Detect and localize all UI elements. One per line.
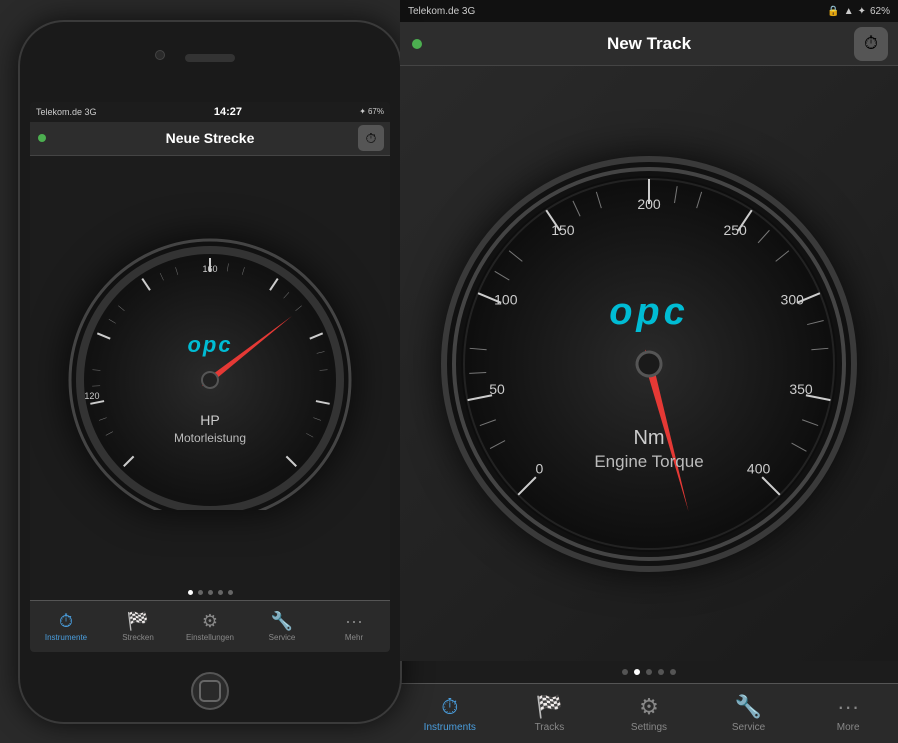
phone-left: Telekom.de 3G 14:27 ✦ 67% Neue Strecke ⏱ xyxy=(20,22,400,722)
tab-label-instruments-right: Instruments xyxy=(424,722,476,733)
screen-right: Telekom.de 3G 🔒 ▲ ✦ 62% New Track ⏱ xyxy=(400,0,898,743)
service-icon-left: 🔧 xyxy=(271,611,293,632)
more-icon-right: ··· xyxy=(837,694,859,720)
unit-label-right: Nm xyxy=(633,427,664,449)
gauge-left: 0 40 80 120 160 200 240 280 320 opc xyxy=(60,230,360,510)
instruments-icon-left: ⏱ xyxy=(59,611,73,632)
tab-instruments-left[interactable]: ⏱ Instrumente xyxy=(30,611,102,642)
page-dots-left xyxy=(30,585,390,600)
tab-service-left[interactable]: 🔧 Service xyxy=(246,611,318,642)
opc-logo-right: opc xyxy=(609,291,689,333)
instruments-icon-right: ⏱ xyxy=(441,694,458,720)
tab-settings-right[interactable]: ⚙ Settings xyxy=(599,694,699,733)
tab-label-service-left: Service xyxy=(269,633,296,642)
gauge-area-right: 0 50 100 150 200 250 300 350 400 opc xyxy=(400,66,898,661)
tab-bar-right: ⏱ Instruments 🏁 Tracks ⚙ Settings 🔧 Serv… xyxy=(400,683,898,743)
tracks-icon-right: 🏁 xyxy=(536,694,563,720)
svg-text:160: 160 xyxy=(202,264,217,274)
tab-label-service-right: Service xyxy=(732,722,765,733)
battery-right: 🔒 ▲ ✦ 62% xyxy=(827,6,890,17)
lock-icon: 🔒 xyxy=(827,6,839,17)
carrier-right: Telekom.de 3G xyxy=(408,6,475,17)
desc-label-left: Motorleistung xyxy=(174,431,246,445)
nav-bar-left: Neue Strecke ⏱ xyxy=(30,122,390,156)
tab-more-left[interactable]: ··· Mehr xyxy=(318,611,390,642)
tab-label-more-left: Mehr xyxy=(345,633,363,642)
svg-text:0: 0 xyxy=(536,460,544,476)
more-icon-left: ··· xyxy=(345,611,363,632)
status-bar-left: Telekom.de 3G 14:27 ✦ 67% xyxy=(30,102,390,122)
carrier-left: Telekom.de 3G xyxy=(36,107,97,117)
tab-label-settings-left: Einstellungen xyxy=(186,633,234,642)
svg-text:150: 150 xyxy=(551,222,575,238)
page-dot-r3 xyxy=(646,669,652,675)
status-bar-right: Telekom.de 3G 🔒 ▲ ✦ 62% xyxy=(400,0,898,22)
page-dot-5 xyxy=(228,590,233,595)
settings-icon-left: ⚙ xyxy=(202,611,218,632)
page-dots-right xyxy=(400,661,898,683)
page-dot-4 xyxy=(218,590,223,595)
bluetooth-icon: ✦ xyxy=(359,107,366,116)
svg-text:50: 50 xyxy=(489,381,505,397)
phone-screen-left: Telekom.de 3G 14:27 ✦ 67% Neue Strecke ⏱ xyxy=(30,102,390,652)
phone-speaker xyxy=(185,54,235,62)
tab-more-right[interactable]: ··· More xyxy=(798,694,898,733)
page-dot-r5 xyxy=(670,669,676,675)
tracks-icon-left: 🏁 xyxy=(127,611,149,632)
location-icon: ▲ xyxy=(844,6,854,17)
time-left: 14:27 xyxy=(214,106,242,118)
page-dot-r4 xyxy=(658,669,664,675)
home-button-inner xyxy=(199,680,221,702)
tab-label-tracks-right: Tracks xyxy=(535,722,565,733)
svg-text:350: 350 xyxy=(789,381,813,397)
tab-tracks-right[interactable]: 🏁 Tracks xyxy=(500,694,600,733)
battery-value-right: 62% xyxy=(870,6,890,17)
nav-bar-right: New Track ⏱ xyxy=(400,22,898,66)
svg-text:100: 100 xyxy=(494,291,518,307)
gauge-area-left: 0 40 80 120 160 200 240 280 320 opc xyxy=(30,156,390,585)
opc-logo-left: opc xyxy=(187,332,232,357)
tab-instruments-right[interactable]: ⏱ Instruments xyxy=(400,694,500,733)
battery-icon: 67% xyxy=(368,107,384,116)
clock-button-right[interactable]: ⏱ xyxy=(854,27,888,61)
page-dot-r1 xyxy=(622,669,628,675)
tab-label-settings-right: Settings xyxy=(631,722,667,733)
svg-text:250: 250 xyxy=(723,222,747,238)
page-title-left: Neue Strecke xyxy=(166,130,255,146)
clock-button-left[interactable]: ⏱ xyxy=(358,125,384,151)
page-dot-2 xyxy=(198,590,203,595)
page-dot-1 xyxy=(188,590,193,595)
tab-service-right[interactable]: 🔧 Service xyxy=(699,694,799,733)
svg-text:120: 120 xyxy=(84,391,99,401)
svg-text:300: 300 xyxy=(781,291,805,307)
page-dot-r2 xyxy=(634,669,640,675)
battery-left: ✦ 67% xyxy=(359,107,384,116)
svg-text:200: 200 xyxy=(637,196,661,212)
unit-label-left: HP xyxy=(200,412,219,428)
tab-settings-left[interactable]: ⚙ Einstellungen xyxy=(174,611,246,642)
tab-tracks-left[interactable]: 🏁 Strecken xyxy=(102,611,174,642)
service-icon-right: 🔧 xyxy=(735,694,762,720)
tab-label-more-right: More xyxy=(837,722,860,733)
tab-label-instruments-left: Instrumente xyxy=(45,633,87,642)
bluetooth-icon-right: ✦ xyxy=(858,6,866,17)
svg-text:400: 400 xyxy=(747,460,771,476)
settings-icon-right: ⚙ xyxy=(639,694,659,720)
status-dot-left xyxy=(38,134,46,142)
tab-bar-left: ⏱ Instrumente 🏁 Strecken ⚙ Einstellungen… xyxy=(30,600,390,652)
page-dot-3 xyxy=(208,590,213,595)
tab-label-tracks-left: Strecken xyxy=(122,633,154,642)
home-button-left[interactable] xyxy=(191,672,229,710)
scene: Telekom.de 3G 14:27 ✦ 67% Neue Strecke ⏱ xyxy=(0,0,898,743)
page-title-right: New Track xyxy=(607,34,691,54)
gauge-right: 0 50 100 150 200 250 300 350 400 opc xyxy=(434,149,864,579)
status-dot-right xyxy=(412,39,422,49)
desc-label-right: Engine Torque xyxy=(594,452,703,471)
phone-camera xyxy=(155,50,165,60)
